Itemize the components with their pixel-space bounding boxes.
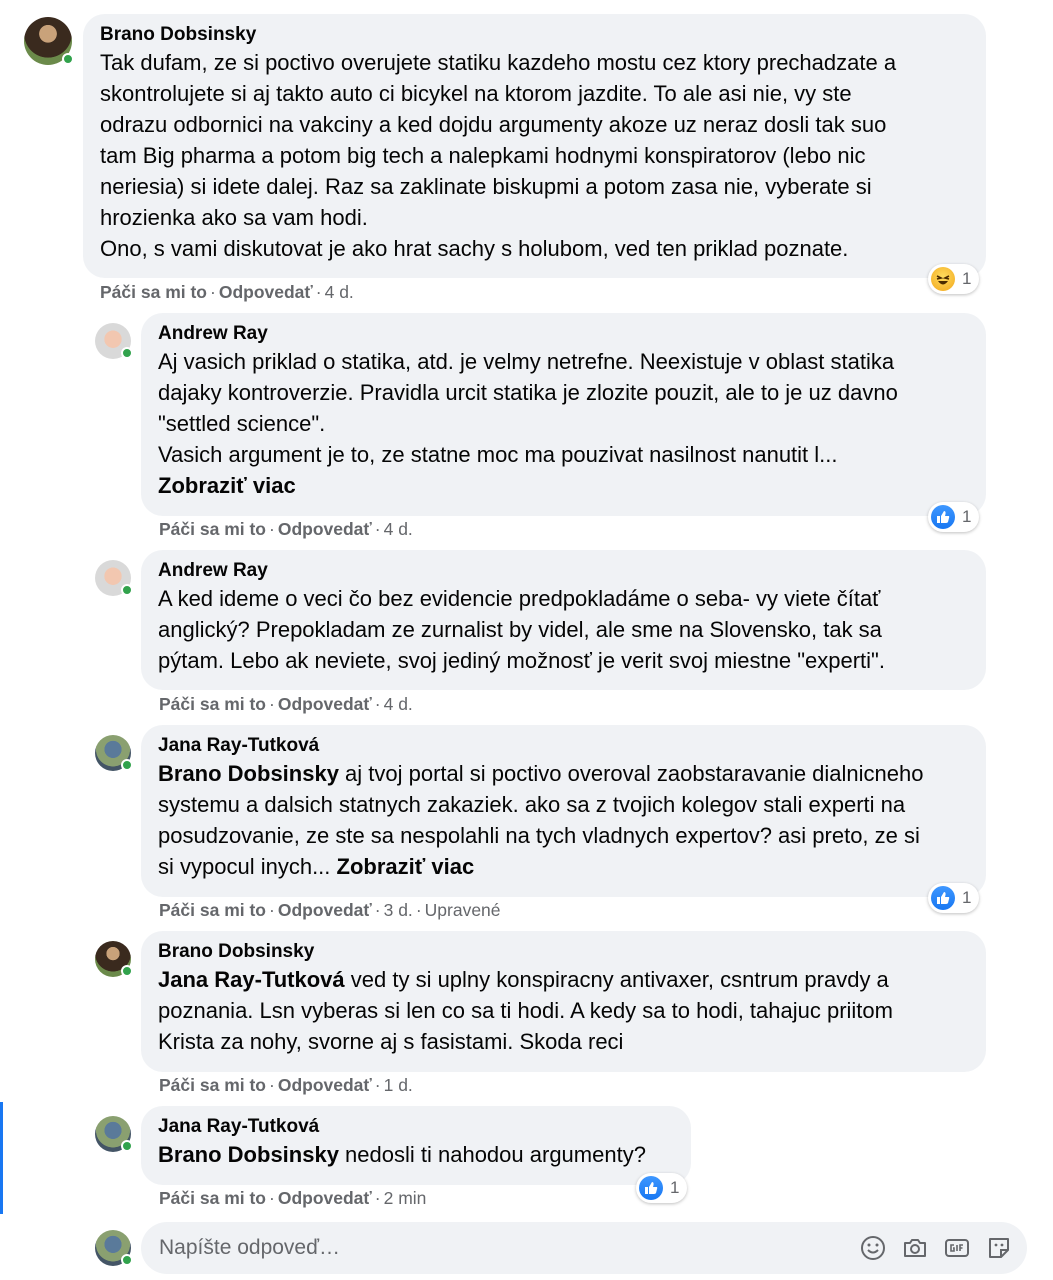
- comment-time[interactable]: 4 d.: [325, 282, 354, 302]
- comment-time[interactable]: 4 d.: [384, 694, 413, 714]
- reaction-count[interactable]: 1: [928, 264, 980, 294]
- edited-label[interactable]: Upravené: [425, 900, 501, 920]
- like-button[interactable]: Páči sa mi to: [159, 1075, 266, 1095]
- reply-button[interactable]: Odpovedať: [278, 519, 372, 539]
- comment-text: Jana Ray-Tutková ved ty si uplny konspir…: [158, 967, 893, 1054]
- comment-bubble: Brano Dobsinsky Jana Ray-Tutková ved ty …: [141, 931, 986, 1072]
- reply-button[interactable]: Odpovedať: [278, 1075, 372, 1095]
- comment-author[interactable]: Andrew Ray: [158, 322, 969, 346]
- comment-text: Brano Dobsinsky aj tvoj portal si poctiv…: [158, 761, 924, 879]
- online-status-dot: [121, 1254, 133, 1266]
- comment-text: Brano Dobsinsky nedosli ti nahodou argum…: [158, 1142, 646, 1167]
- reply-button[interactable]: Odpovedať: [278, 694, 372, 714]
- like-button[interactable]: Páči sa mi to: [159, 694, 266, 714]
- comment-author[interactable]: Brano Dobsinsky: [158, 940, 969, 964]
- online-status-dot: [121, 965, 133, 977]
- gif-icon[interactable]: [943, 1234, 971, 1262]
- reply-button[interactable]: Odpovedať: [278, 1188, 372, 1208]
- reaction-count[interactable]: 1: [928, 883, 980, 913]
- comment-actions: Páči sa mi to · Odpovedať · 4 d.: [159, 694, 413, 714]
- like-button[interactable]: Páči sa mi to: [159, 1188, 266, 1208]
- reaction-number: 1: [962, 269, 972, 288]
- reply-button[interactable]: Odpovedať: [278, 900, 372, 920]
- reply-composer: [141, 1222, 1027, 1274]
- active-thread-indicator: [0, 1102, 3, 1214]
- avatar-jana[interactable]: [95, 735, 133, 771]
- avatar-current-user[interactable]: [95, 1230, 133, 1266]
- online-status-dot: [62, 53, 74, 65]
- comment-author[interactable]: Jana Ray-Tutková: [158, 734, 969, 758]
- reply-input[interactable]: [141, 1222, 821, 1274]
- comment-actions: Páči sa mi to · Odpovedať · 4 d.: [159, 519, 413, 539]
- see-more-link[interactable]: Zobraziť viac: [337, 854, 475, 879]
- reaction-count[interactable]: 1: [636, 1173, 688, 1203]
- comment-actions: Páči sa mi to · Odpovedať · 4 d.: [100, 282, 354, 302]
- online-status-dot: [121, 584, 133, 596]
- like-button[interactable]: Páči sa mi to: [159, 900, 266, 920]
- camera-icon[interactable]: [901, 1234, 929, 1262]
- like-icon: [639, 1176, 663, 1200]
- comment-time[interactable]: 3 d.: [384, 900, 413, 920]
- haha-icon: [931, 267, 955, 291]
- comment-bubble: Andrew Ray A ked ideme o veci čo bez evi…: [141, 550, 986, 690]
- online-status-dot: [121, 759, 133, 771]
- mention-link[interactable]: Jana Ray-Tutková: [158, 967, 345, 992]
- comment-bubble: Jana Ray-Tutková Brano Dobsinsky aj tvoj…: [141, 725, 986, 897]
- emoji-icon[interactable]: [859, 1234, 887, 1262]
- reply-button[interactable]: Odpovedať: [219, 282, 313, 302]
- like-icon: [931, 505, 955, 529]
- online-status-dot: [121, 1140, 133, 1152]
- comment-author[interactable]: Andrew Ray: [158, 559, 969, 583]
- comment-time[interactable]: 4 d.: [384, 519, 413, 539]
- sticker-icon[interactable]: [985, 1234, 1013, 1262]
- avatar-andrew[interactable]: [95, 323, 133, 359]
- like-icon: [931, 886, 955, 910]
- avatar-jana[interactable]: [95, 1116, 133, 1152]
- comment-text: Aj vasich priklad o statika, atd. je vel…: [158, 349, 898, 498]
- comment-actions: Páči sa mi to · Odpovedať · 3 d. · Upravené: [159, 900, 501, 920]
- like-button[interactable]: Páči sa mi to: [159, 519, 266, 539]
- comment-text: Tak dufam, ze si poctivo overujete stati…: [100, 50, 897, 261]
- like-button[interactable]: Páči sa mi to: [100, 282, 207, 302]
- comment-time[interactable]: 1 d.: [384, 1075, 413, 1095]
- composer-tools: [859, 1234, 1013, 1262]
- reaction-number: 1: [962, 888, 972, 907]
- reaction-number: 1: [670, 1178, 680, 1197]
- comment-bubble: Jana Ray-Tutková Brano Dobsinsky nedosli…: [141, 1106, 691, 1185]
- reaction-count[interactable]: 1: [928, 502, 980, 532]
- comment-actions: Páči sa mi to · Odpovedať · 2 min: [159, 1188, 427, 1208]
- online-status-dot: [121, 347, 133, 359]
- avatar-brano[interactable]: [24, 17, 74, 65]
- comment-actions: Páči sa mi to · Odpovedať · 1 d.: [159, 1075, 413, 1095]
- mention-link[interactable]: Brano Dobsinsky: [158, 1142, 339, 1167]
- comment-bubble: Brano Dobsinsky Tak dufam, ze si poctivo…: [83, 14, 986, 278]
- mention-link[interactable]: Brano Dobsinsky: [158, 761, 339, 786]
- comment-text: A ked ideme o veci čo bez evidencie pred…: [158, 586, 885, 673]
- comment-time[interactable]: 2 min: [384, 1188, 427, 1208]
- avatar-brano[interactable]: [95, 941, 133, 977]
- comment-bubble: Andrew Ray Aj vasich priklad o statika, …: [141, 313, 986, 516]
- avatar-andrew[interactable]: [95, 560, 133, 596]
- comment-author[interactable]: Jana Ray-Tutková: [158, 1115, 674, 1139]
- reaction-number: 1: [962, 507, 972, 526]
- comment-author[interactable]: Brano Dobsinsky: [100, 23, 969, 47]
- see-more-link[interactable]: Zobraziť viac: [158, 473, 296, 498]
